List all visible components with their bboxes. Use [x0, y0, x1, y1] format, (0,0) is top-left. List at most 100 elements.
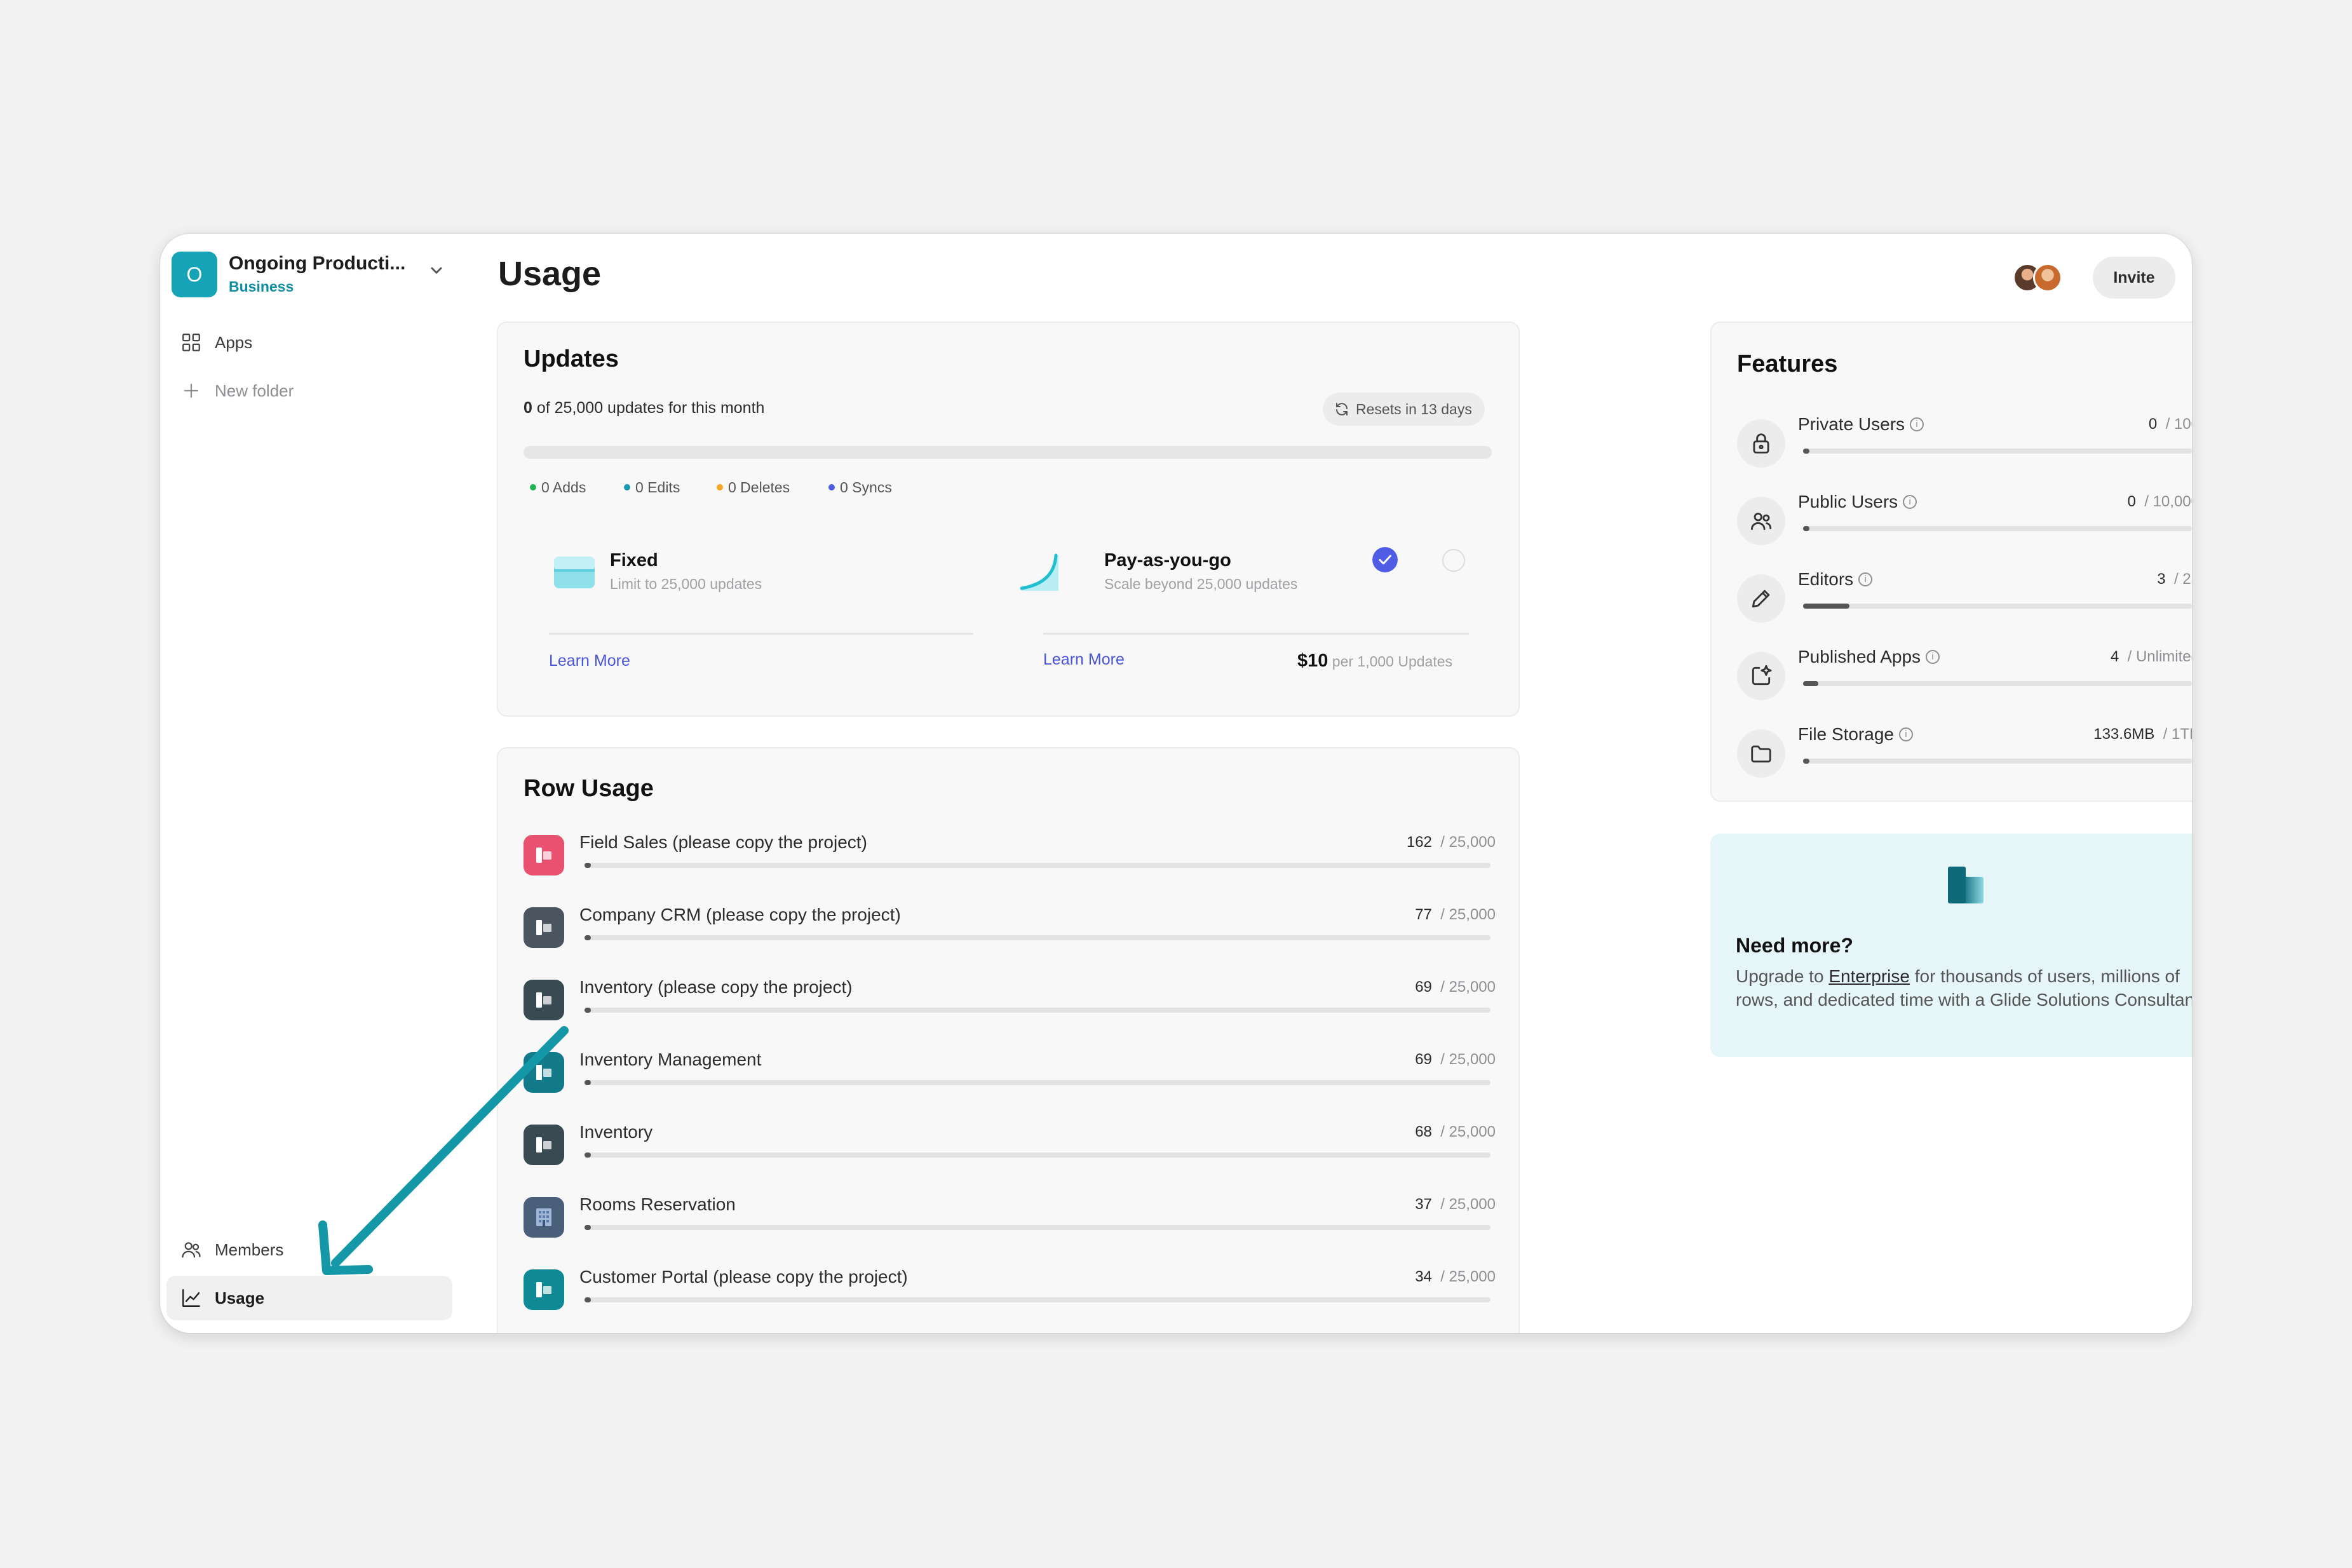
- radio-unselected-icon[interactable]: [1442, 549, 1465, 572]
- feature-name: Published Apps i: [1798, 647, 1940, 667]
- row-name: Inventory (please copy the project): [579, 977, 853, 997]
- row-progress-bar: [585, 935, 1490, 940]
- plan-name: Fixed: [610, 550, 658, 571]
- row-progress-fill: [585, 935, 591, 940]
- row-count: 34 / 25,000: [1415, 1268, 1496, 1285]
- collaborator-avatars[interactable]: [2013, 263, 2064, 292]
- feature-item: Private Usersi 0 / 100: [1737, 412, 2192, 475]
- row-usage-item[interactable]: Field Sales (please copy the project) 162…: [524, 832, 1496, 889]
- row-usage-title: Row Usage: [524, 775, 654, 802]
- row-count: 69 / 25,000: [1415, 1051, 1496, 1068]
- row-progress-bar: [585, 1008, 1490, 1013]
- page-title: Usage: [498, 255, 602, 293]
- plan-name: Pay-as-you-go: [1104, 550, 1231, 571]
- resets-badge: Resets in 13 days: [1323, 393, 1485, 426]
- divider: [549, 633, 973, 635]
- row-count: 69 / 25,000: [1415, 978, 1496, 996]
- feature-item: Public Usersi 0 / 10,000: [1737, 489, 2192, 553]
- row-name: Field Sales (please copy the project): [579, 832, 867, 852]
- feature-progress-bar: [1803, 759, 2192, 764]
- info-icon[interactable]: i: [1858, 572, 1873, 586]
- workspace-avatar: O: [172, 252, 217, 297]
- learn-more-link[interactable]: Learn More: [549, 652, 630, 670]
- folder-icon: [1751, 745, 1771, 763]
- row-usage-item[interactable]: Customer Portal (please copy the project…: [524, 1267, 1496, 1324]
- sidebar: O Ongoing Producti... Business Apps New …: [160, 234, 459, 1333]
- workspace-switcher[interactable]: O Ongoing Producti... Business: [172, 248, 451, 299]
- sidebar-item-label: Usage: [215, 1288, 265, 1308]
- sidebar-item-new-folder[interactable]: New folder: [166, 368, 452, 413]
- feature-count: 3 / 25: [2157, 571, 2192, 588]
- legend-adds: 0 Adds: [530, 479, 586, 496]
- price-label: $10 per 1,000 Updates: [1297, 651, 1453, 671]
- features-title: Features: [1737, 351, 1838, 377]
- pencil-icon: [1752, 590, 1770, 608]
- row-count: 37 / 25,000: [1415, 1196, 1496, 1213]
- row-usage-card: Row Usage Field Sales (please copy the p…: [497, 747, 1520, 1333]
- divider: [1043, 633, 1469, 635]
- payg-plan-icon: [1020, 553, 1058, 591]
- lock-icon: [1753, 433, 1769, 454]
- row-name: Rooms Reservation: [579, 1194, 736, 1214]
- row-progress-bar: [585, 1225, 1490, 1230]
- feature-item: File Storagei 133.6MB / 1TB: [1737, 722, 2192, 785]
- app-window: O Ongoing Producti... Business Apps New …: [160, 234, 2192, 1333]
- row-name: Customer Portal (please copy the project…: [579, 1267, 908, 1287]
- plan-desc: Scale beyond 25,000 updates: [1104, 576, 1298, 592]
- feature-name: Private Users i: [1798, 414, 1924, 435]
- workspace-name: Ongoing Producti...: [229, 253, 406, 274]
- app-icon: [524, 1125, 564, 1165]
- info-icon[interactable]: i: [1898, 727, 1913, 741]
- feature-count: 0 / 100: [2148, 416, 2192, 433]
- row-usage-item[interactable]: Company CRM (please copy the project) 77 …: [524, 905, 1496, 962]
- chevron-down-icon[interactable]: [426, 259, 447, 281]
- feature-count: 0 / 10,000: [2127, 493, 2192, 510]
- updates-title: Updates: [524, 346, 619, 372]
- feature-name: Public Users i: [1798, 492, 1917, 512]
- feature-count: 133.6MB / 1TB: [2093, 726, 2192, 743]
- row-progress-bar: [585, 863, 1490, 868]
- feature-item: Editorsi 3 / 25: [1737, 567, 2192, 630]
- invite-button[interactable]: Invite: [2093, 257, 2175, 299]
- legend-syncs: 0 Syncs: [828, 479, 892, 496]
- enterprise-logo-icon: [1948, 867, 1984, 903]
- resets-label: Resets in 13 days: [1356, 401, 1472, 417]
- users-icon: [1751, 513, 1772, 531]
- feature-name: Editors i: [1798, 569, 1873, 590]
- feature-progress-fill: [1803, 759, 1809, 764]
- users-icon: [182, 1242, 201, 1258]
- chart-icon: [182, 1289, 200, 1307]
- grid-icon: [182, 334, 200, 351]
- app-icon: [524, 835, 564, 875]
- row-usage-item[interactable]: Rooms Reservation 37 / 25,000: [524, 1194, 1496, 1252]
- info-icon[interactable]: i: [1926, 649, 1940, 664]
- info-icon[interactable]: i: [1903, 494, 1917, 509]
- feature-count: 4 / Unlimited: [2110, 648, 2192, 665]
- plus-icon: [184, 383, 199, 398]
- building-icon: [524, 1197, 564, 1238]
- enterprise-link[interactable]: Enterprise: [1828, 966, 1910, 986]
- info-icon[interactable]: i: [1910, 417, 1924, 431]
- updates-card: Updates 0 of 25,000 updates for this mon…: [497, 321, 1520, 717]
- checkmark-icon[interactable]: [1372, 547, 1398, 572]
- sidebar-item-apps[interactable]: Apps: [166, 320, 452, 365]
- avatar[interactable]: [2033, 263, 2062, 292]
- sidebar-item-label: New folder: [215, 381, 294, 400]
- row-usage-item[interactable]: Inventory 68 / 25,000: [524, 1122, 1496, 1179]
- row-usage-item[interactable]: Inventory Management 69 / 25,000: [524, 1050, 1496, 1107]
- feature-name: File Storage i: [1798, 724, 1913, 745]
- row-name: Inventory: [579, 1122, 653, 1142]
- sidebar-item-usage[interactable]: Usage: [166, 1276, 452, 1320]
- feature-progress-fill: [1803, 681, 1819, 686]
- row-usage-item[interactable]: Inventory (please copy the project) 69 / …: [524, 977, 1496, 1034]
- learn-more-link[interactable]: Learn More: [1043, 651, 1125, 669]
- row-count: 68 / 25,000: [1415, 1123, 1496, 1140]
- sidebar-item-label: Apps: [215, 333, 253, 352]
- promo-text: Upgrade to Enterprise for thousands of u…: [1736, 966, 2192, 1010]
- sidebar-item-members[interactable]: Members: [166, 1227, 452, 1272]
- row-progress-fill: [585, 1225, 591, 1230]
- app-icon: [524, 980, 564, 1020]
- upgrade-promo: Need more? Upgrade to Enterprise for tho…: [1710, 834, 2192, 1057]
- app-icon: [524, 1052, 564, 1093]
- feature-progress-fill: [1803, 604, 1850, 609]
